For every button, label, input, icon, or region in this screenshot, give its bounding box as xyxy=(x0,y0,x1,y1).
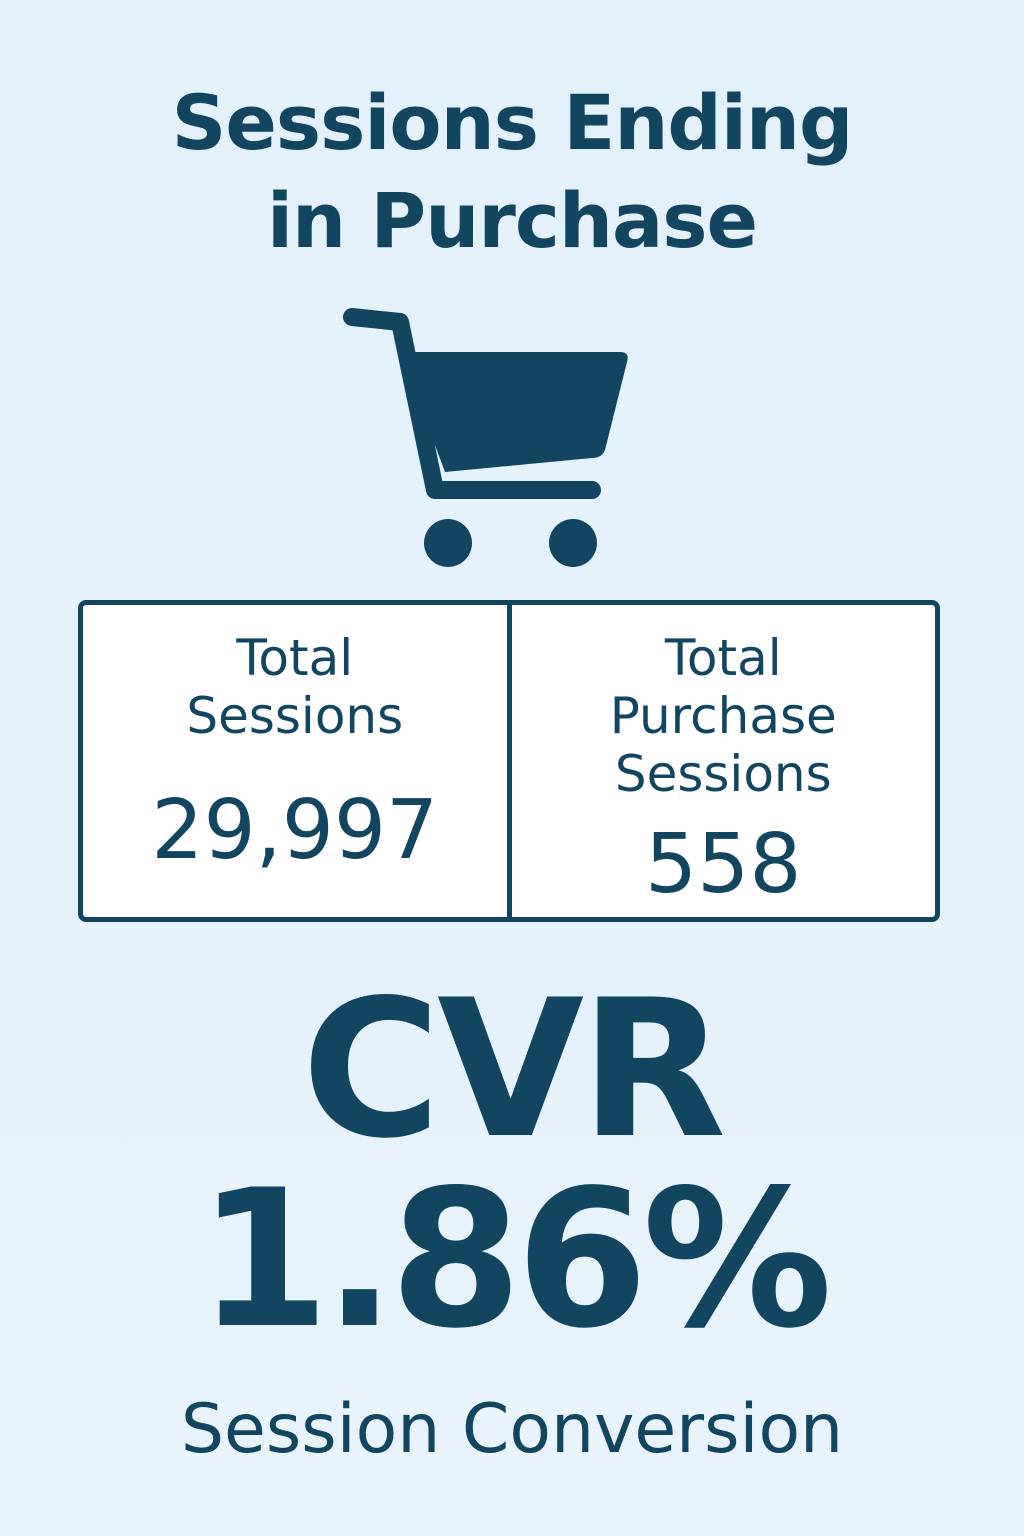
shopping-cart-icon xyxy=(343,308,628,567)
cvr-heading: CVR xyxy=(301,959,727,1180)
title-line-1: Sessions Ending xyxy=(171,78,854,167)
total-sessions-label: Total Sessions xyxy=(186,629,404,745)
total-sessions-card: Total Sessions 29,997 xyxy=(83,605,507,917)
stats-panel: Total Sessions 29,997 Total Purchase Ses… xyxy=(78,600,940,922)
cvr-value: 1.86% xyxy=(197,1149,832,1370)
purchase-sessions-label: Total Purchase Sessions xyxy=(609,629,837,803)
page-title: Sessions Ending in Purchase xyxy=(0,74,1024,270)
title-line-2: in Purchase xyxy=(266,176,758,265)
cvr-caption: Session Conversion xyxy=(180,1390,844,1469)
purchase-sessions-card: Total Purchase Sessions 558 xyxy=(506,605,936,917)
total-sessions-value: 29,997 xyxy=(151,783,439,878)
purchase-sessions-value: 558 xyxy=(644,817,802,912)
